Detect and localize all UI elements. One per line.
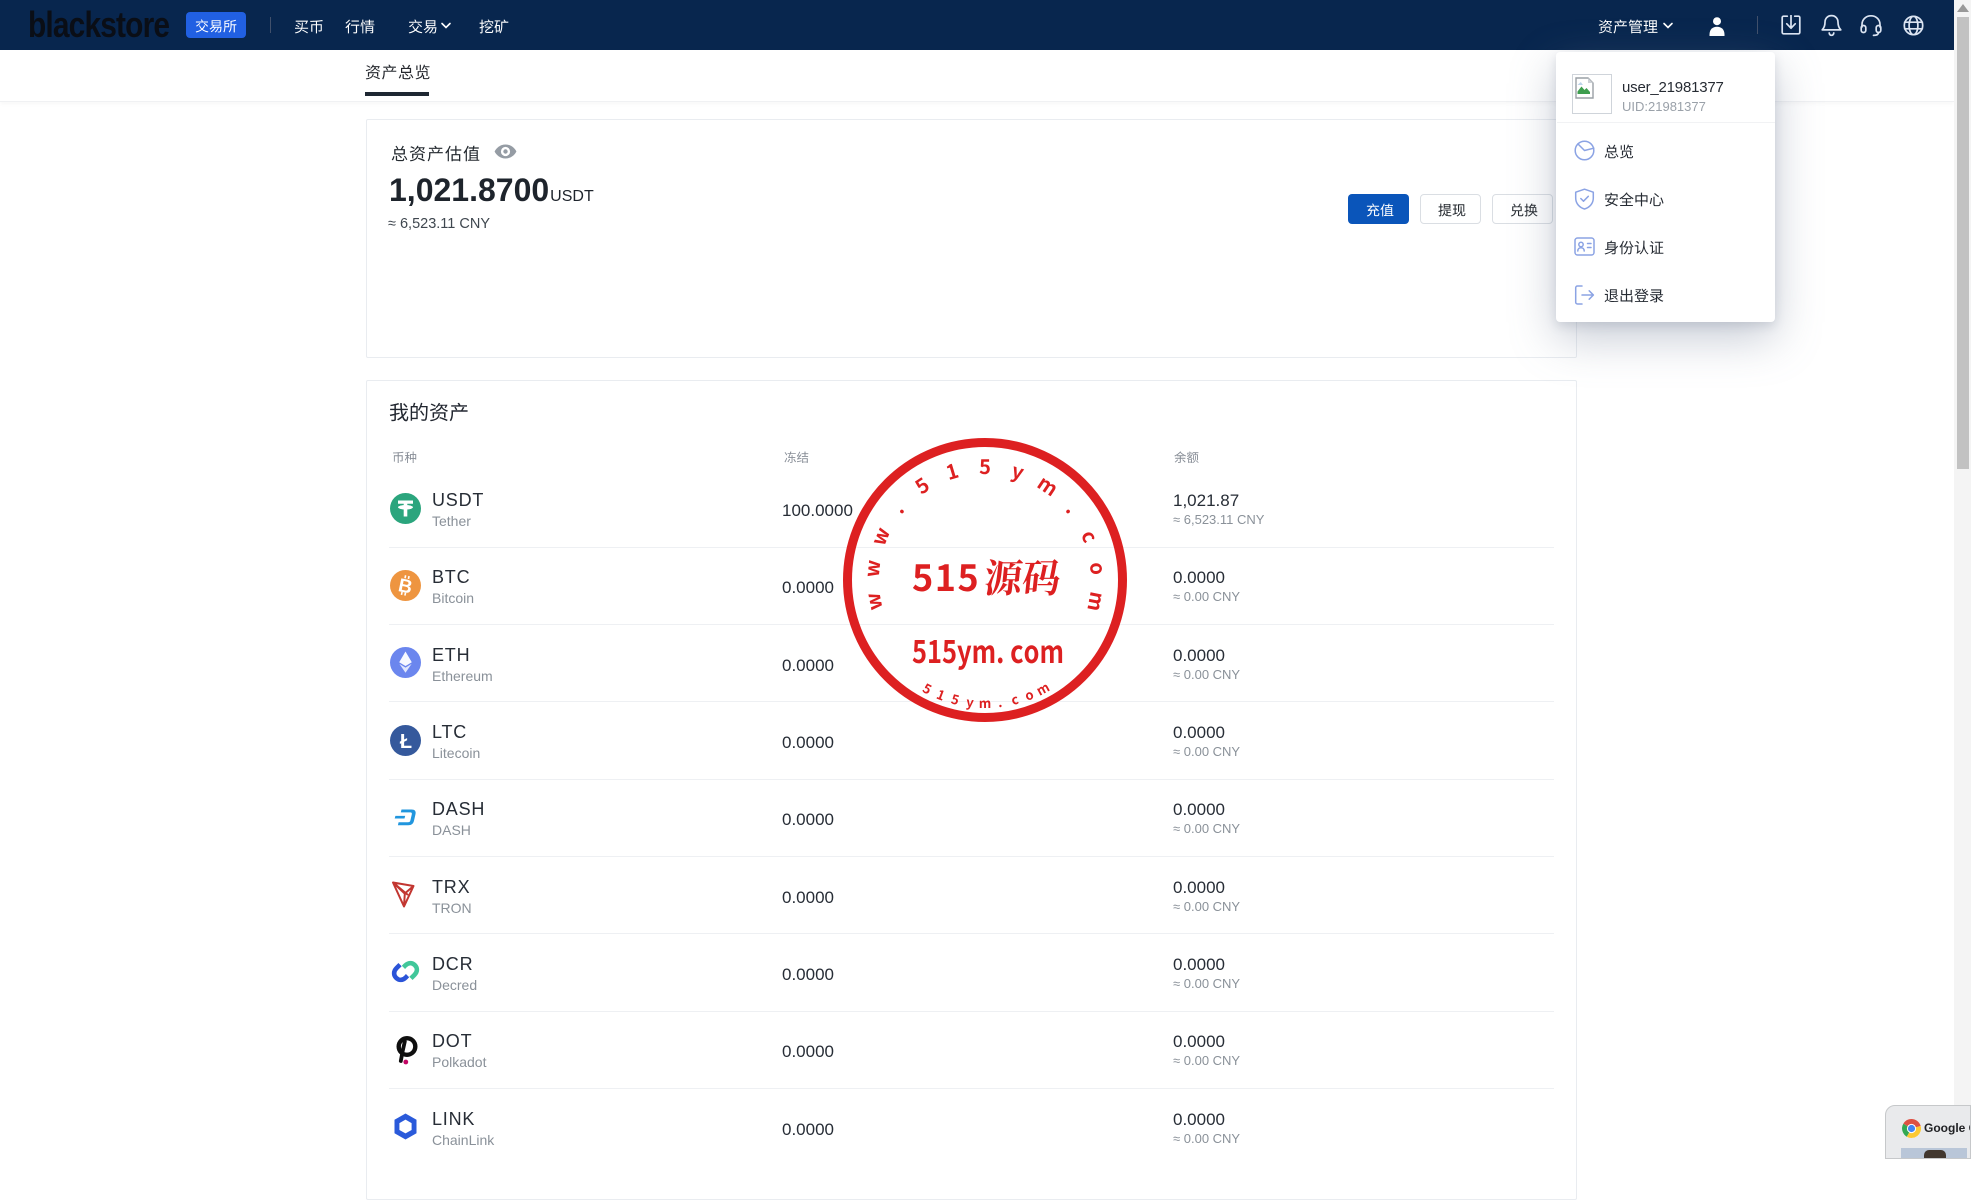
svg-text:Ł: Ł [400,731,412,753]
